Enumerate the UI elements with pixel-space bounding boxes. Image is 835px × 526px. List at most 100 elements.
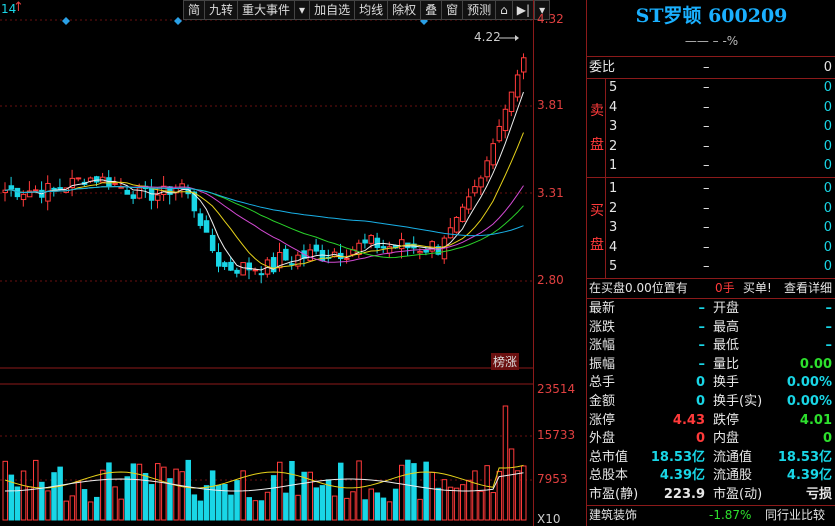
level-volume: 0: [823, 158, 832, 174]
tb-events[interactable]: 重大事件: [238, 1, 296, 19]
stat-label: 金额: [589, 394, 616, 409]
tb-simple[interactable]: 简: [184, 1, 206, 19]
volume-bar: [197, 500, 204, 521]
volume-bar: [69, 495, 76, 521]
candle: [368, 235, 374, 244]
weibi-value: –: [703, 60, 710, 75]
tb-events-dropdown-icon[interactable]: ▾: [295, 1, 311, 19]
volume-bar: [356, 460, 362, 521]
stat-label: 总股本: [589, 468, 629, 484]
volume-bar: [514, 470, 521, 521]
stat-value: 0.00%: [786, 375, 832, 391]
tb-jiuzhuan[interactable]: 九转: [205, 1, 239, 19]
candle: [484, 160, 490, 178]
stat-value: 4.43: [672, 412, 705, 428]
stat-value: 223.9: [663, 487, 705, 502]
stat-value: 18.53亿: [650, 449, 705, 465]
event-marker-icon: [62, 17, 70, 25]
stat-label: 换手: [713, 375, 740, 391]
stat-row: 最新 – 开盘 –: [587, 299, 835, 318]
tb-overlay[interactable]: 叠: [421, 1, 443, 19]
candle: [313, 244, 320, 252]
stat-value: 0.00%: [786, 394, 832, 409]
volume-bar: [20, 470, 27, 521]
stat-label: 流通股: [713, 468, 753, 484]
level-price: –: [703, 80, 710, 95]
industry-change: -1.87%: [709, 508, 752, 522]
volume-bar: [14, 486, 21, 521]
volume-bar: [386, 501, 393, 521]
price-tick: 2.80: [537, 273, 564, 287]
volume-bar: [289, 460, 295, 521]
kline-canvas[interactable]: [0, 0, 533, 526]
rank-tag[interactable]: 榜涨: [491, 353, 520, 370]
candle: [344, 257, 350, 260]
quote.buy-row[interactable]: 2 – 0: [587, 199, 835, 218]
tb-forecast[interactable]: 预测: [463, 1, 497, 19]
candle: [33, 189, 39, 192]
home-icon[interactable]: ⌂: [496, 1, 513, 19]
tb-add-watch[interactable]: 加自选: [310, 1, 356, 19]
volume-bar: [136, 463, 143, 521]
level-number: 1: [609, 158, 618, 174]
quote.sell-row[interactable]: 4 – 0: [587, 98, 835, 117]
candle: [252, 269, 259, 272]
level-number: 2: [609, 138, 618, 154]
tb-ma[interactable]: 均线: [355, 1, 389, 19]
level-volume: 0: [823, 181, 832, 196]
stat-value: 18.53亿: [777, 449, 832, 465]
buy-order-button[interactable]: 买单!: [743, 279, 772, 298]
play-end-icon[interactable]: ▶|: [513, 1, 536, 19]
volume-bar: [283, 492, 289, 521]
stat-value: –: [698, 356, 706, 372]
quote.sell-row[interactable]: 2 – 0: [587, 137, 835, 156]
candle: [417, 251, 423, 254]
industry-compare-button[interactable]: 同行业比较: [765, 506, 825, 525]
quote.buy-row[interactable]: 1 – 0: [587, 179, 835, 198]
quote.sell-row[interactable]: 1 – 0: [587, 156, 835, 175]
price-tick: 3.31: [537, 186, 564, 200]
candle: [51, 187, 57, 190]
stat-label: 振幅: [589, 356, 616, 372]
volume-bar: [380, 497, 387, 521]
tb-window[interactable]: 窗: [442, 1, 464, 19]
stat-label: 总市值: [589, 449, 629, 465]
volume-bar: [112, 486, 118, 521]
volume-bar: [502, 405, 509, 521]
volume-bar: [252, 500, 259, 521]
candle: [228, 261, 234, 271]
volume-bar: [87, 501, 94, 521]
candle: [209, 234, 216, 252]
tb-exright[interactable]: 除权: [388, 1, 422, 19]
volume-bar: [417, 498, 423, 521]
quote.buy-row[interactable]: 5 – 0: [587, 257, 835, 276]
volume-bar: [81, 489, 88, 521]
industry-name[interactable]: 建筑装饰: [589, 506, 637, 525]
stat-row: 总手 0 换手 0.00%: [587, 373, 835, 392]
level-number: 4: [609, 99, 618, 115]
arrow-up-icon: ↑: [13, 0, 24, 15]
view-detail-button[interactable]: 查看详细: [784, 279, 832, 298]
level-volume: 0: [823, 259, 832, 275]
moving-average-line: [4, 186, 524, 237]
volume-bar: [100, 469, 106, 521]
volume-bar: [453, 487, 460, 521]
stat-label: 跌停: [713, 412, 740, 428]
level-volume: 0: [823, 220, 832, 236]
level-volume: 0: [823, 99, 832, 115]
stat-row: 金额 0 换手(实) 0.00%: [587, 392, 835, 411]
volume-bar: [521, 465, 527, 521]
candle: [112, 182, 118, 185]
quote.buy-row[interactable]: 3 – 0: [587, 218, 835, 237]
kline-chart[interactable]: 14 ↑ 4.22 榜涨 简 九转 重大事件 ▾ 加自选 均线 除权 叠 窗 预…: [0, 0, 551, 526]
stat-label: 涨停: [589, 412, 616, 428]
level-number: 2: [609, 200, 618, 216]
volume-bar: [45, 490, 51, 521]
volume-bar: [466, 479, 472, 521]
quote.buy-row[interactable]: 4 – 0: [587, 238, 835, 257]
volume-bar: [392, 488, 399, 521]
quote.sell-row[interactable]: 3 – 0: [587, 117, 835, 136]
level-price: –: [703, 220, 710, 236]
quote.sell-row[interactable]: 5 – 0: [587, 78, 835, 97]
stock-title: ST罗顿 600209: [635, 5, 788, 27]
